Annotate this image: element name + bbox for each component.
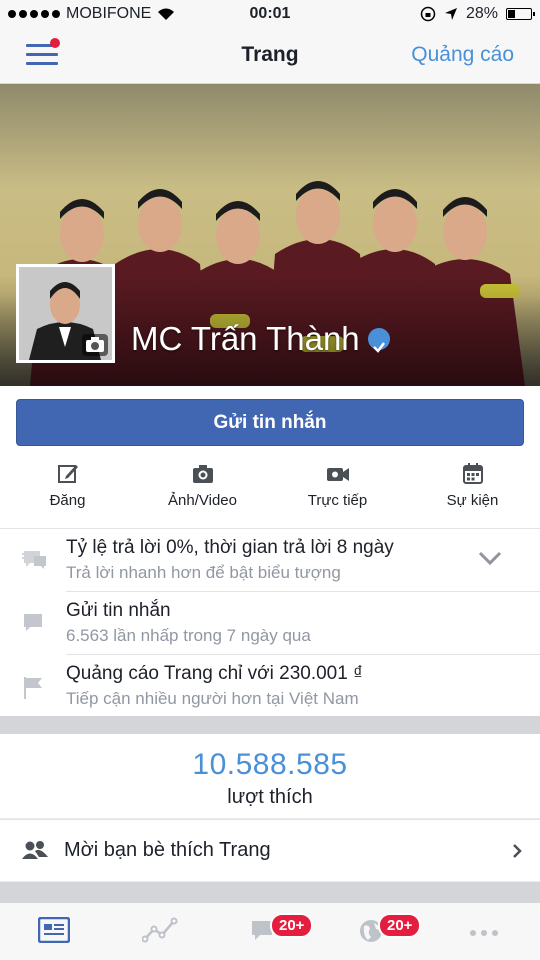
insight-promote-subtitle: Tiếp cận nhiều người hơn tại Việt Nam: [66, 689, 359, 708]
response-icon: [22, 551, 46, 569]
insight-messages-title: Gửi tin nhắn: [66, 600, 171, 621]
more-icon: [470, 930, 498, 936]
section-gap: [0, 882, 540, 902]
notifications-badge: 20+: [378, 913, 422, 938]
change-photo-camera-icon[interactable]: [82, 334, 108, 356]
action-event[interactable]: Sự kiện: [405, 456, 540, 528]
section-gap: [0, 716, 540, 734]
action-photo-video[interactable]: Ảnh/Video: [135, 456, 270, 528]
invite-friends-label: Mời bạn bè thích Trang: [64, 839, 271, 861]
status-bar: MOBIFONE 00:01 28%: [0, 0, 540, 28]
tab-notifications[interactable]: 20+: [358, 913, 422, 947]
rotation-lock-icon: [420, 6, 436, 22]
camera-icon: [192, 465, 213, 483]
insight-messages-subtitle: 6.563 lần nhấp trong 7 ngày qua: [66, 626, 311, 645]
action-photo-video-label: Ảnh/Video: [168, 492, 237, 509]
action-live[interactable]: Trực tiếp: [270, 456, 405, 528]
action-post[interactable]: Đăng: [0, 456, 135, 528]
chevron-down-icon[interactable]: [478, 551, 502, 565]
send-message-button[interactable]: Gửi tin nhắn: [16, 399, 524, 446]
friends-icon: [22, 841, 48, 859]
live-video-icon: [326, 468, 349, 481]
insight-messages[interactable]: Gửi tin nhắn 6.563 lần nhấp trong 7 ngày…: [0, 592, 540, 654]
battery-fill: [508, 10, 515, 18]
calendar-icon: [462, 463, 483, 484]
ads-link[interactable]: Quảng cáo: [411, 43, 514, 67]
messages-badge: 20+: [270, 913, 314, 938]
insight-response-title: Tỷ lệ trả lời 0%, thời gian trả lời 8 ng…: [66, 537, 394, 558]
likes-section[interactable]: 10.588.585 lượt thích: [0, 734, 540, 818]
flag-icon: [24, 677, 42, 699]
action-live-label: Trực tiếp: [307, 492, 368, 509]
tab-page[interactable]: [37, 916, 72, 947]
compose-icon: [57, 465, 78, 483]
page-icon: [37, 916, 71, 944]
battery-icon: [506, 8, 535, 20]
action-row: Đăng Ảnh/Video Trực tiếp Sự kiện: [0, 456, 540, 528]
location-icon: [444, 8, 457, 20]
tab-insights[interactable]: [141, 917, 178, 947]
insights-icon: [141, 917, 178, 943]
nav-bar: Trang Quảng cáo: [0, 28, 540, 84]
page-name-text: MC Trấn Thành: [131, 320, 360, 357]
tab-more[interactable]: [468, 917, 502, 947]
insight-promote[interactable]: Quảng cáo Trang chỉ với 230.001 ₫ Tiếp c…: [0, 655, 540, 717]
insight-response-rate[interactable]: Tỷ lệ trả lời 0%, thời gian trả lời 8 ng…: [0, 529, 540, 591]
verified-badge-icon: [367, 328, 390, 353]
page-actions-panel: Gửi tin nhắn Đăng Ảnh/Video Trực tiếp Sự…: [0, 386, 540, 716]
tab-bar: 20+ 20+: [0, 902, 540, 960]
chevron-right-icon: [513, 844, 522, 858]
likes-count: 10.588.585: [192, 748, 348, 781]
profile-picture[interactable]: [16, 264, 115, 363]
message-icon: [24, 614, 42, 631]
action-event-label: Sự kiện: [446, 492, 499, 509]
action-post-label: Đăng: [49, 492, 86, 509]
insight-response-subtitle: Trả lời nhanh hơn để bật biểu tượng: [66, 563, 341, 582]
status-right: 28%: [420, 5, 535, 23]
page-name: MC Trấn Thành: [131, 320, 390, 358]
invite-friends-row[interactable]: Mời bạn bè thích Trang: [0, 819, 540, 881]
insight-promote-title: Quảng cáo Trang chỉ với 230.001 ₫: [66, 663, 363, 684]
tab-messages[interactable]: 20+: [250, 913, 314, 947]
likes-label: lượt thích: [227, 786, 313, 808]
battery-percent: 28%: [465, 5, 498, 22]
